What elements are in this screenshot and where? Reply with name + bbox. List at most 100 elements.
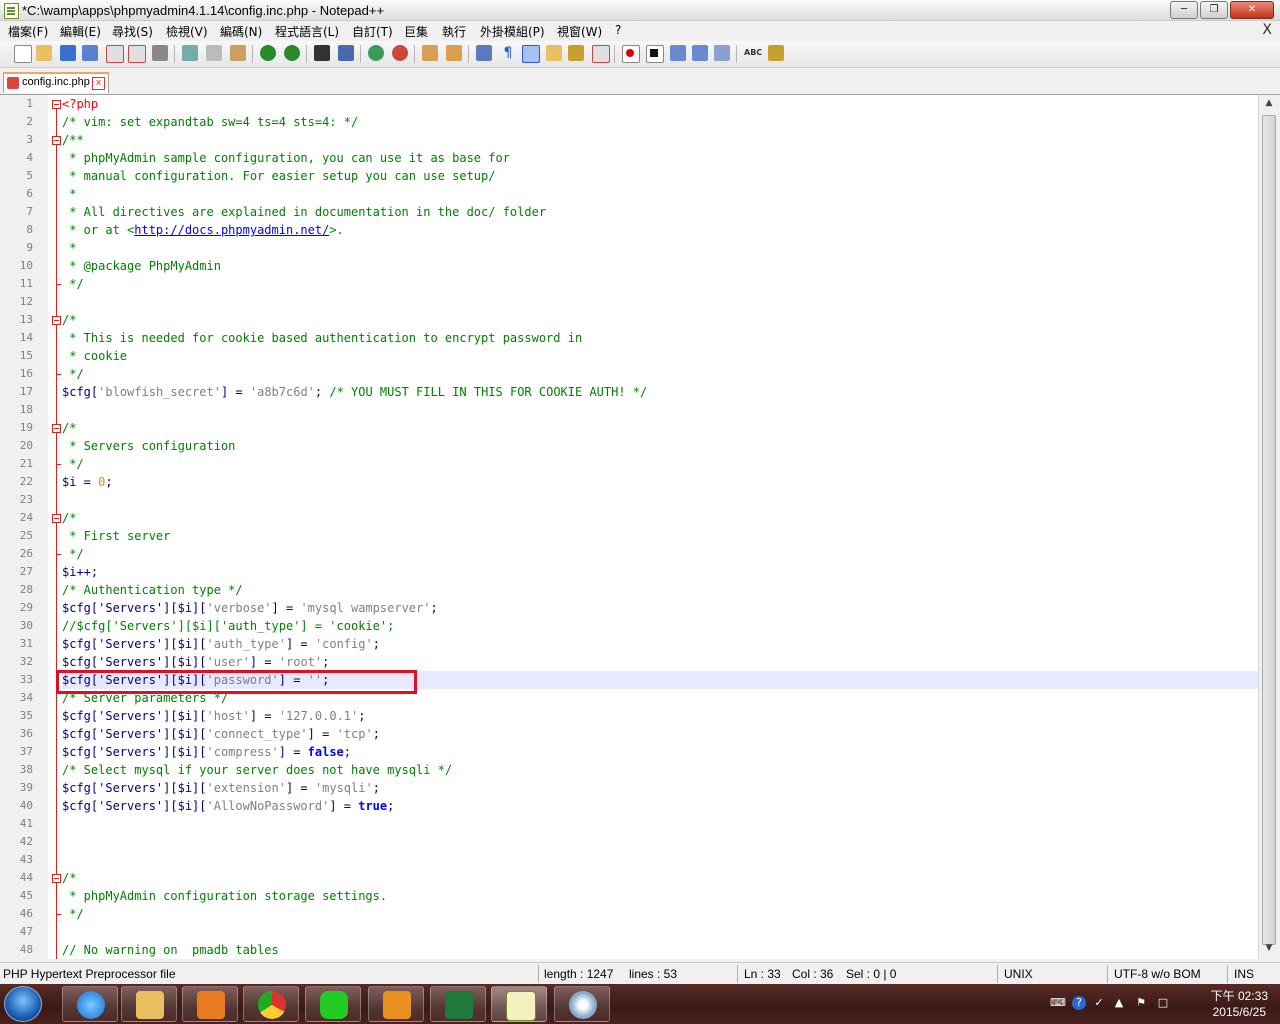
word-wrap-icon[interactable]	[476, 45, 492, 61]
save-icon[interactable]	[60, 45, 76, 61]
code-text-area[interactable]: <?php /* vim: set expandtab sw=4 ts=4 st…	[62, 95, 1258, 959]
system-tray: ⌨ ? ✓ ▲ ⚑ □ 下午 02:33 2015/6/25	[1040, 984, 1280, 1024]
sync-vertical-icon[interactable]	[422, 45, 438, 61]
code-line: /* Select mysql if your server does not …	[62, 763, 453, 777]
menu-help[interactable]: ?	[615, 23, 621, 37]
vertical-scrollbar[interactable]: ▲ ▼	[1258, 95, 1280, 959]
redo-icon[interactable]	[284, 45, 300, 61]
network-icon[interactable]: □	[1156, 996, 1170, 1010]
notepad-plus-plus-icon	[4, 3, 19, 19]
close-file-icon[interactable]	[106, 45, 124, 63]
taskbar-excel[interactable]	[430, 986, 486, 1022]
close-window-button[interactable]: ✕	[1230, 1, 1274, 19]
menu-settings[interactable]: 自訂(T)	[352, 23, 393, 40]
close-document-button[interactable]: X	[1262, 22, 1272, 38]
new-file-icon[interactable]	[14, 45, 32, 63]
run-macro-multiple-icon[interactable]	[692, 45, 708, 61]
tab-config-inc-php[interactable]: config.inc.php x	[3, 72, 109, 93]
status-bar: PHP Hypertext Preprocessor file length :…	[0, 962, 1280, 985]
fold-toggle-icon[interactable]	[52, 136, 61, 145]
code-line: */	[62, 367, 84, 381]
taskbar-chrome[interactable]	[243, 986, 299, 1022]
line-number: 24	[19, 511, 33, 524]
open-file-icon[interactable]	[36, 45, 52, 61]
zoom-in-icon[interactable]	[368, 45, 384, 61]
excel-icon	[445, 991, 473, 1019]
code-editor[interactable]: 1 2 3 4 5 6 7 8 9 10 11 12 13 14 15 16 17 18 19 20 21 22 23 24 2…	[0, 95, 1280, 959]
menu-file[interactable]: 檔案(F)	[8, 23, 48, 40]
taskbar-notepad-plus-plus[interactable]	[491, 986, 547, 1022]
menu-plugins[interactable]: 外掛模組(P)	[480, 23, 545, 40]
pen-input-icon[interactable]: ✓	[1092, 996, 1106, 1010]
line-number: 29	[19, 601, 33, 614]
help-icon[interactable]: ?	[1072, 996, 1086, 1010]
function-list-icon[interactable]	[592, 45, 610, 63]
undo-icon[interactable]	[260, 45, 276, 61]
taskbar-line[interactable]	[305, 986, 361, 1022]
save-all-icon[interactable]	[82, 45, 98, 61]
taskbar-paint[interactable]	[554, 986, 610, 1022]
fold-toggle-icon[interactable]	[52, 316, 61, 325]
fold-toggle-icon[interactable]	[52, 424, 61, 433]
user-language-icon[interactable]	[546, 45, 562, 61]
line-number: 47	[19, 925, 33, 938]
menu-edit[interactable]: 編輯(E)	[60, 23, 101, 40]
status-lines: lines : 53	[629, 967, 678, 981]
menu-window[interactable]: 視窗(W)	[557, 23, 602, 40]
print-icon[interactable]	[152, 45, 168, 61]
cut-icon[interactable]	[182, 45, 198, 61]
line-number: 34	[19, 691, 33, 704]
play-macro-icon[interactable]	[670, 45, 686, 61]
fold-toggle-icon[interactable]	[52, 874, 61, 883]
scroll-up-icon[interactable]: ▲	[1262, 98, 1276, 112]
menu-run[interactable]: 執行	[442, 23, 466, 40]
fold-toggle-icon[interactable]	[52, 514, 61, 523]
system-clock[interactable]: 下午 02:33 2015/6/25	[1211, 988, 1268, 1020]
replace-icon[interactable]	[338, 45, 354, 61]
menu-view[interactable]: 檢視(V)	[166, 23, 208, 40]
sync-horizontal-icon[interactable]	[446, 45, 462, 61]
line-number: 13	[19, 313, 33, 326]
code-line: * phpMyAdmin sample configuration, you c…	[62, 151, 510, 165]
start-button[interactable]	[4, 986, 42, 1022]
menu-language[interactable]: 程式語言(L)	[275, 23, 339, 40]
keyboard-icon[interactable]: ⌨	[1050, 996, 1066, 1010]
spell-check-icon[interactable]: ABC	[744, 45, 762, 61]
code-line: * manual configuration. For easier setup…	[62, 169, 496, 183]
close-all-icon[interactable]	[128, 45, 146, 63]
code-line: */	[62, 277, 84, 291]
menu-encoding[interactable]: 編碼(N)	[220, 23, 262, 40]
show-hidden-icons-icon[interactable]: ▲	[1112, 996, 1126, 1010]
zoom-out-icon[interactable]	[392, 45, 408, 61]
taskbar-outlook[interactable]	[368, 986, 424, 1022]
save-macro-icon[interactable]	[714, 45, 730, 61]
scroll-down-icon[interactable]: ▼	[1262, 943, 1276, 957]
copy-icon[interactable]	[206, 45, 222, 61]
taskbar-media-player[interactable]	[182, 986, 238, 1022]
folder-icon	[136, 991, 164, 1019]
scrollbar-thumb[interactable]	[1262, 115, 1276, 945]
docs-link[interactable]: http://docs.phpmyadmin.net/	[134, 223, 329, 237]
paste-icon[interactable]	[230, 45, 246, 61]
plugin-tool-icon[interactable]	[768, 45, 784, 61]
find-icon[interactable]	[314, 45, 330, 61]
taskbar-internet-explorer[interactable]	[62, 986, 118, 1022]
minimize-button[interactable]: ─	[1170, 1, 1198, 19]
tab-close-icon[interactable]: x	[92, 77, 105, 90]
record-macro-icon[interactable]	[622, 45, 640, 63]
action-center-flag-icon[interactable]: ⚑	[1134, 996, 1148, 1010]
code-line: * phpMyAdmin configuration storage setti…	[62, 889, 388, 903]
taskbar-file-explorer[interactable]	[121, 986, 177, 1022]
toolbar: ¶ ABC	[0, 41, 1280, 68]
line-number: 2	[26, 115, 33, 128]
show-all-characters-icon[interactable]: ¶	[500, 45, 516, 61]
indent-guide-icon[interactable]	[522, 45, 540, 63]
menu-macro[interactable]: 巨集	[404, 23, 428, 40]
doc-map-icon[interactable]	[568, 45, 584, 61]
stop-macro-icon[interactable]	[646, 45, 664, 63]
maximize-button[interactable]: ❐	[1200, 1, 1228, 19]
outlook-icon	[383, 991, 411, 1019]
menu-search[interactable]: 尋找(S)	[112, 23, 153, 40]
fold-toggle-icon[interactable]	[52, 100, 61, 109]
code-line: /* Authentication type */	[62, 583, 243, 597]
